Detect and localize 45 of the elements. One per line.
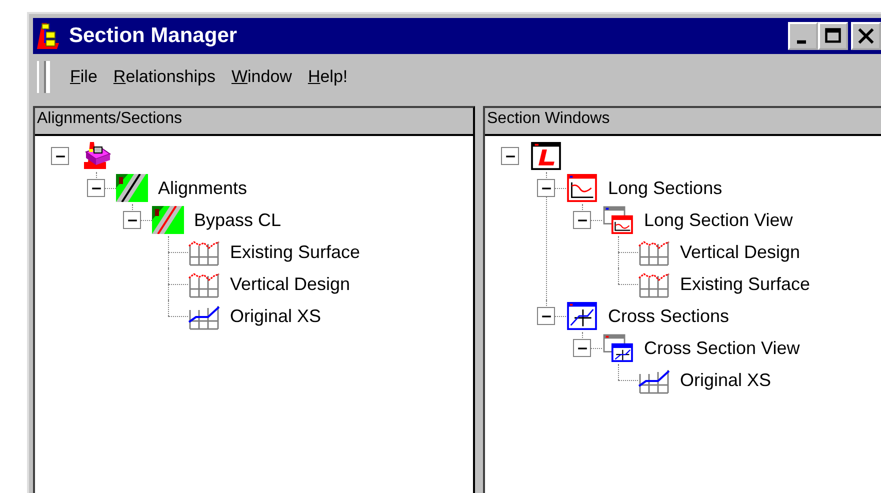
window-icon [530,142,562,170]
collapse-toggle[interactable] [537,179,555,197]
minimize-button[interactable] [788,22,818,50]
chart-window-icon [566,174,598,202]
app-icon [37,23,61,49]
collapse-toggle[interactable] [501,147,519,165]
collapse-toggle[interactable] [537,307,555,325]
road-icon [152,206,184,234]
collapse-toggle[interactable] [87,179,105,197]
tree-item[interactable]: Original XS [230,306,322,326]
close-icon [857,27,875,45]
maximize-icon [824,27,842,45]
menu-item[interactable]: Help! [302,65,354,89]
tree-item[interactable]: Long Sections [608,178,722,198]
chart-windows-icon [602,334,634,362]
road-icon [116,174,148,202]
tree-item[interactable]: Original XS [680,370,772,390]
menu-item[interactable]: Window [225,65,298,89]
menu-item[interactable]: File [64,65,104,89]
panel-header: Section Windows [485,108,881,136]
profile-chart-icon [638,238,670,266]
tree-item[interactable]: Long Section View [644,210,793,230]
menu-item[interactable]: Relationships [107,65,222,89]
collapse-toggle[interactable] [573,211,591,229]
tree-item[interactable]: Cross Section View [644,338,800,358]
collapse-toggle[interactable] [573,339,591,357]
tree-item[interactable]: Cross Sections [608,306,730,326]
tree-item[interactable]: Alignments [158,178,248,198]
panel-header: Alignments/Sections [35,108,473,136]
minimize-icon [796,40,806,44]
maximize-button[interactable] [818,22,848,50]
tree-item[interactable]: Vertical Design [230,274,350,294]
tree-item[interactable]: Existing Surface [680,274,810,294]
tree-item[interactable]: Bypass CL [194,210,282,230]
profile-chart-icon [188,238,220,266]
chart-windows-icon [602,206,634,234]
chart-window-icon [566,302,598,330]
close-button[interactable] [851,22,881,50]
window-title: Section Manager [69,24,238,48]
collapse-toggle[interactable] [123,211,141,229]
tree-item[interactable]: Existing Surface [230,242,360,262]
tree-item[interactable]: Vertical Design [680,242,800,262]
collapse-toggle[interactable] [51,147,69,165]
profile-chart-icon [638,270,670,298]
profile-chart-icon [188,270,220,298]
